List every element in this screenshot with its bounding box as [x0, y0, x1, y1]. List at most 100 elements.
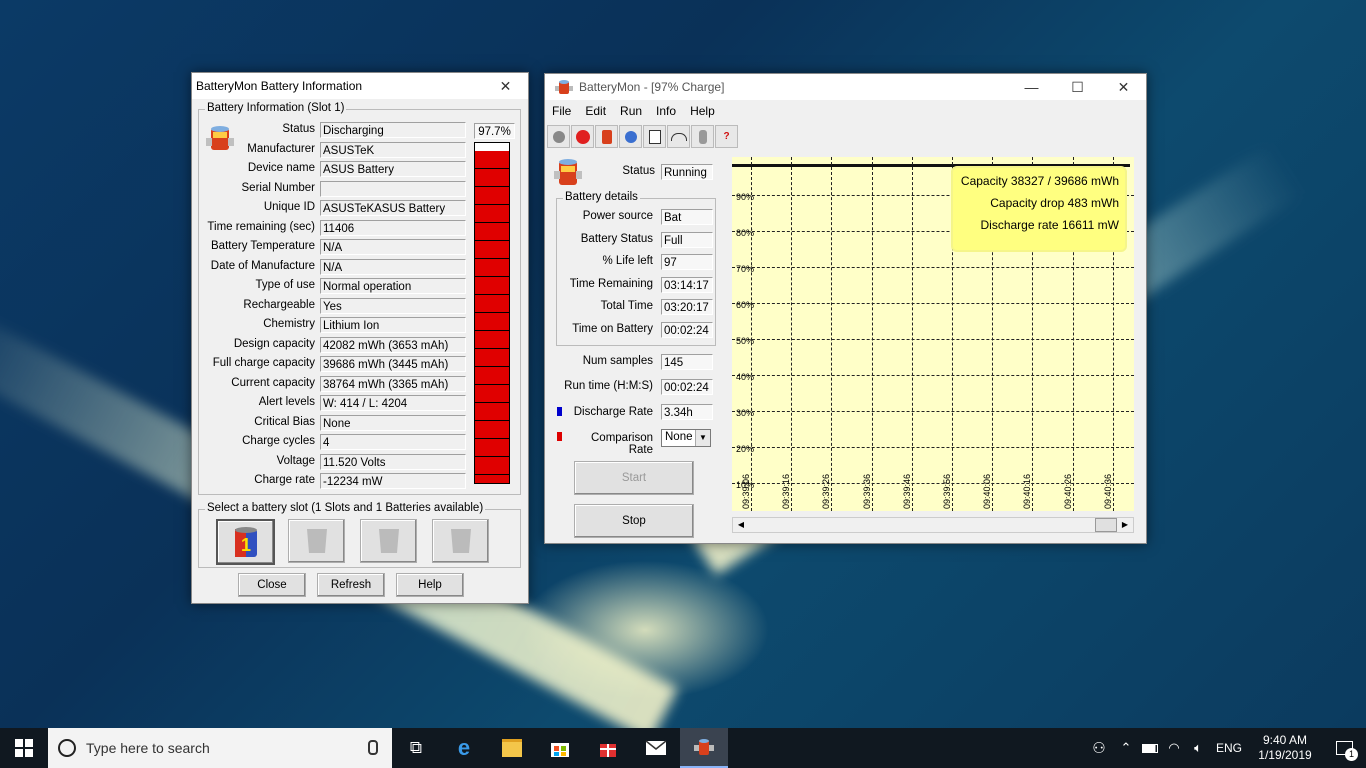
- comparison-rate-label: Comparison Rate: [591, 432, 653, 456]
- grid-line-v: [911, 157, 913, 511]
- clock-time: 9:40 AM: [1262, 733, 1308, 747]
- charge-level-bar: [474, 142, 510, 484]
- info-field-label: Rechargeable: [243, 298, 315, 311]
- scroll-left-icon[interactable]: ◀: [734, 519, 748, 531]
- detail-label: Time on Battery: [572, 322, 653, 335]
- menu-file[interactable]: File: [545, 101, 578, 121]
- detail-value: Bat: [661, 209, 713, 225]
- num-samples-label: Num samples: [582, 355, 653, 367]
- menu-help[interactable]: Help: [683, 101, 722, 121]
- close-icon[interactable]: ✕: [1101, 74, 1146, 100]
- legend-entry: Discharge rate 16611 mW: [980, 218, 1119, 232]
- info-field-value: ASUS Battery: [320, 161, 466, 177]
- info-field-label: Alert levels: [258, 396, 315, 408]
- close-button[interactable]: Close: [238, 573, 306, 597]
- chevron-up-icon[interactable]: ⌃: [1114, 740, 1138, 756]
- edge-icon[interactable]: e: [440, 728, 488, 768]
- comparison-rate-select[interactable]: None ▼: [661, 429, 711, 447]
- x-tick-label: 09:40:16: [1022, 473, 1033, 509]
- detail-value: Full: [661, 231, 713, 248]
- battery-slot-4-button[interactable]: [432, 519, 489, 563]
- minimize-icon[interactable]: —: [1009, 74, 1054, 100]
- battery-slot-2-button[interactable]: [288, 519, 345, 563]
- close-icon[interactable]: ✕: [483, 73, 528, 99]
- info-field-label: Full charge capacity: [212, 357, 315, 369]
- options-tool-icon[interactable]: [619, 125, 642, 148]
- menu-info[interactable]: Info: [649, 101, 683, 121]
- detail-value: 03:14:17: [661, 276, 713, 293]
- x-tick-label: 09:39:36: [861, 473, 872, 509]
- help-button[interactable]: Help: [396, 573, 464, 597]
- battery-tray-icon[interactable]: [1138, 743, 1162, 753]
- start-tool-icon[interactable]: [547, 125, 570, 148]
- battery-details-group: Battery details Power source Bat Battery S…: [556, 191, 716, 346]
- start-button[interactable]: Start: [574, 461, 694, 495]
- scroll-thumb[interactable]: [1095, 518, 1117, 532]
- empty-slot-icon: [306, 529, 327, 553]
- gauge-tool-icon[interactable]: [667, 125, 690, 148]
- info-field-value: Normal operation: [320, 278, 466, 294]
- detail-value: 97: [661, 254, 713, 270]
- empty-slot-icon: [378, 529, 399, 553]
- chart-scrollbar[interactable]: ◀ ▶: [732, 517, 1134, 533]
- battery-slot-icon: 1: [234, 527, 257, 557]
- info-field-value: Lithium Ion: [320, 317, 466, 333]
- file-explorer-icon[interactable]: [488, 728, 536, 768]
- notification-icon[interactable]: 1: [1322, 728, 1366, 768]
- batterymon-main-window: BatteryMon - [97% Charge] — ☐ ✕ File Edi…: [544, 73, 1147, 544]
- batterymon-taskbar-icon[interactable]: [680, 728, 728, 768]
- battery-info-tool-icon[interactable]: [595, 125, 618, 148]
- info-field-label: Chemistry: [263, 318, 315, 330]
- info-field-label: Manufacturer: [247, 142, 315, 155]
- menu-edit[interactable]: Edit: [578, 101, 613, 121]
- comparison-rate-selected: None: [665, 431, 693, 443]
- info-field-label: Status: [282, 123, 315, 135]
- refresh-button[interactable]: Refresh: [317, 573, 385, 597]
- info-field-label: Current capacity: [231, 376, 315, 389]
- info-field-label: Date of Manufacture: [210, 259, 315, 272]
- info-field-value: ASUSTeK: [320, 141, 466, 158]
- grid-line-h: [732, 447, 1134, 448]
- hand-tool-icon[interactable]: [691, 125, 714, 148]
- chart-legend: Capacity 38327 / 39686 mWh Capacity drop …: [951, 166, 1127, 252]
- help-tool-icon[interactable]: ?: [715, 125, 738, 148]
- maximize-icon[interactable]: ☐: [1055, 74, 1100, 100]
- scroll-right-icon[interactable]: ▶: [1118, 519, 1132, 531]
- discharge-rate-value: 3.34h: [661, 404, 713, 420]
- microphone-icon[interactable]: [368, 740, 378, 755]
- menu-run[interactable]: Run: [613, 101, 649, 121]
- people-icon[interactable]: ⚇: [1084, 739, 1114, 757]
- empty-slot-icon: [450, 529, 471, 553]
- info-field-value: 38764 mWh (3365 mAh): [320, 375, 466, 392]
- stop-tool-icon[interactable]: [571, 125, 594, 148]
- search-placeholder: Type here to search: [86, 740, 210, 756]
- windows-start-icon[interactable]: [0, 728, 48, 768]
- store-icon[interactable]: [536, 728, 584, 768]
- battery-slot-1-button[interactable]: 1: [216, 519, 275, 565]
- battery-slot-3-button[interactable]: [360, 519, 417, 563]
- grid-line-h: [732, 339, 1134, 340]
- info-field-label: Battery Temperature: [211, 240, 315, 252]
- mail-icon[interactable]: [632, 728, 680, 768]
- toolbar: ?: [547, 125, 738, 148]
- gift-icon[interactable]: [584, 728, 632, 768]
- checklist-tool-icon[interactable]: [643, 125, 666, 148]
- info-field-value: -12234 mW: [320, 473, 466, 489]
- discharge-color-marker: [557, 407, 562, 416]
- taskbar: Type here to search ⧉ e ⚇ ⌃ ◠ 🔈︎ ENG 9:4…: [0, 728, 1366, 768]
- charge-percent: 97.7%: [474, 123, 515, 139]
- language-indicator[interactable]: ENG: [1210, 741, 1248, 755]
- grid-line-h: [732, 375, 1134, 376]
- grid-line-h: [732, 483, 1134, 484]
- info-field-label: Device name: [247, 162, 315, 174]
- info-field-label: Critical Bias: [254, 415, 315, 428]
- task-view-icon[interactable]: ⧉: [392, 728, 440, 768]
- battery-slot-group-label: Select a battery slot (1 Slots and 1 Bat…: [205, 502, 486, 514]
- info-field-label: Charge cycles: [242, 435, 315, 447]
- clock[interactable]: 9:40 AM 1/19/2019: [1248, 733, 1322, 763]
- taskbar-search-box[interactable]: Type here to search: [48, 728, 392, 768]
- volume-icon[interactable]: 🔈︎: [1186, 740, 1210, 756]
- wifi-icon[interactable]: ◠: [1162, 740, 1186, 756]
- chevron-down-icon[interactable]: ▼: [695, 430, 710, 446]
- stop-button[interactable]: Stop: [574, 504, 694, 538]
